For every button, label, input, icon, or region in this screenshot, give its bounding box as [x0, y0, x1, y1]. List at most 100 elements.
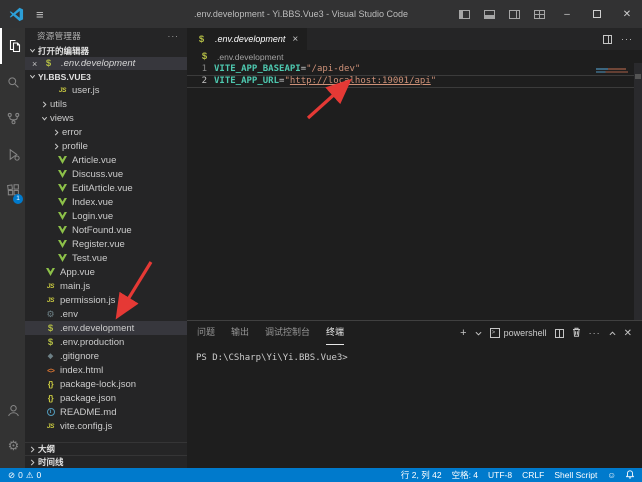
minimize-button[interactable]: – [552, 0, 582, 28]
code-editor[interactable]: 1VITE_APP_BASEAPI="/api-dev"2VITE_APP_UR… [187, 63, 642, 320]
close-panel-icon[interactable]: ✕ [624, 328, 632, 339]
tree-item-.env.development[interactable]: $.env.development [25, 321, 187, 335]
vue-file-icon [57, 240, 68, 248]
file-label: Article.vue [72, 155, 116, 166]
tree-item-vite.config.js[interactable]: JSvite.config.js [25, 419, 187, 433]
split-terminal-icon[interactable] [555, 329, 564, 338]
warnings-icon: ⚠ [26, 470, 34, 481]
activity-source-control-icon[interactable] [0, 100, 25, 136]
activity-account-icon[interactable] [0, 392, 25, 428]
panel-tab-终端[interactable]: 终端 [326, 321, 344, 345]
tree-item-views[interactable]: views [25, 111, 187, 125]
tree-item-.gitignore[interactable]: ◆.gitignore [25, 349, 187, 363]
open-editors-section[interactable]: 打开的编辑器 [25, 44, 187, 57]
status-item[interactable]: CRLF [522, 470, 544, 480]
toggle-secondary-sidebar-icon[interactable] [509, 10, 520, 19]
tree-item-readme.md[interactable]: iREADME.md [25, 405, 187, 419]
braces-file-icon: {} [45, 394, 56, 403]
close-button[interactable]: ✕ [612, 0, 642, 28]
activity-run-debug-icon[interactable] [0, 136, 25, 172]
chevron-right-icon [28, 459, 36, 466]
file-label: main.js [60, 281, 90, 292]
folder-label: error [62, 127, 82, 138]
kill-terminal-icon[interactable] [572, 324, 581, 342]
status-item[interactable]: Shell Script [554, 470, 597, 480]
activity-explorer-icon[interactable] [0, 28, 25, 64]
activity-extensions-icon[interactable]: 1 [0, 172, 25, 208]
tree-item-user.js[interactable]: JSuser.js [25, 83, 187, 97]
editor-more-actions-icon[interactable]: ··· [621, 34, 633, 44]
tree-item-login.vue[interactable]: Login.vue [25, 209, 187, 223]
tree-item-test.vue[interactable]: Test.vue [25, 251, 187, 265]
panel-tab-问题[interactable]: 问题 [197, 321, 215, 345]
tree-item-editarticle.vue[interactable]: EditArticle.vue [25, 181, 187, 195]
panel-tab-输出[interactable]: 输出 [231, 321, 249, 345]
tree-item-profile[interactable]: profile [25, 139, 187, 153]
feedback-smiley-icon[interactable]: ☺ [607, 470, 616, 480]
tree-item-app.vue[interactable]: App.vue [25, 265, 187, 279]
split-editor-icon[interactable] [603, 35, 612, 44]
tree-item-package.json[interactable]: {}package.json [25, 391, 187, 405]
terminal-profile-chevron-icon[interactable] [475, 324, 482, 342]
customize-layout-icon[interactable] [534, 10, 545, 19]
tree-item-register.vue[interactable]: Register.vue [25, 237, 187, 251]
explorer-more-actions-icon[interactable]: ··· [168, 31, 180, 41]
maximize-panel-icon[interactable] [609, 324, 616, 342]
explorer-sidebar: 资源管理器 ··· 打开的编辑器 ×$.env.development YI.B… [25, 28, 187, 468]
project-section[interactable]: YI.BBS.VUE3 [25, 70, 187, 83]
tab-env-development[interactable]: $ .env.development × [187, 28, 307, 50]
activity-search-icon[interactable] [0, 64, 25, 100]
close-icon[interactable]: × [32, 59, 40, 69]
bell-icon[interactable] [626, 470, 634, 481]
tree-item-utils[interactable]: utils [25, 97, 187, 111]
breadcrumb[interactable]: $ .env.development [187, 50, 642, 63]
tree-item-.env.production[interactable]: $.env.production [25, 335, 187, 349]
panel-tab-调试控制台[interactable]: 调试控制台 [265, 321, 310, 345]
open-editor-item[interactable]: ×$.env.development [25, 57, 187, 70]
toggle-panel-icon[interactable] [484, 10, 495, 19]
tab-label: .env.development [215, 34, 285, 44]
status-item[interactable]: 空格: 4 [452, 469, 478, 481]
tab-close-icon[interactable]: × [292, 34, 298, 45]
panel-more-actions-icon[interactable]: ··· [589, 328, 601, 338]
minimap[interactable] [596, 68, 628, 73]
dollar-file-icon: $ [45, 323, 56, 334]
panel-header: 问题输出调试控制台终端 + > powershell ··· ✕ [187, 321, 642, 345]
tree-item-error[interactable]: error [25, 125, 187, 139]
problems-indicator[interactable]: ⊘ 0 ⚠ 0 [8, 470, 41, 481]
status-bar: ⊘ 0 ⚠ 0 行 2, 列 42 空格: 4 UTF-8 CRLF Shell Scr… [0, 468, 642, 482]
tree-item-index.vue[interactable]: Index.vue [25, 195, 187, 209]
tree-item-discuss.vue[interactable]: Discuss.vue [25, 167, 187, 181]
menu-icon[interactable]: ≡ [36, 7, 44, 22]
section-label: 时间线 [38, 456, 64, 468]
tree-item-.env[interactable]: ⚙.env [25, 307, 187, 321]
toggle-sidebar-icon[interactable] [459, 10, 470, 19]
status-item[interactable]: 行 2, 列 42 [401, 469, 442, 481]
file-label: Index.vue [72, 197, 113, 208]
section-时间线[interactable]: 时间线 [25, 455, 187, 468]
env-file-icon: $ [196, 34, 207, 45]
maximize-button[interactable] [582, 0, 612, 28]
folder-label: profile [62, 141, 88, 152]
activity-settings-icon[interactable]: ⚙ [0, 428, 25, 464]
activity-bar-bottom: ⚙ [0, 392, 25, 464]
status-item[interactable]: UTF-8 [488, 470, 512, 480]
tree-item-notfound.vue[interactable]: NotFound.vue [25, 223, 187, 237]
tree-item-main.js[interactable]: JSmain.js [25, 279, 187, 293]
explorer-title: 资源管理器 [37, 30, 81, 42]
bottom-panel: 问题输出调试控制台终端 + > powershell ··· ✕ [187, 320, 642, 468]
section-大纲[interactable]: 大纲 [25, 442, 187, 455]
tree-item-article.vue[interactable]: Article.vue [25, 153, 187, 167]
chevron-right-icon [52, 129, 60, 136]
new-terminal-icon[interactable]: + [460, 327, 466, 339]
tree-item-package-lock.json[interactable]: {}package-lock.json [25, 377, 187, 391]
editor-scrollbar[interactable] [634, 63, 642, 320]
code-line-1[interactable]: 1VITE_APP_BASEAPI="/api-dev" [187, 64, 642, 75]
tree-item-index.html[interactable]: <>index.html [25, 363, 187, 377]
terminal-picker[interactable]: > powershell [490, 328, 547, 338]
file-label: index.html [60, 365, 103, 376]
tree-item-permission.js[interactable]: JSpermission.js [25, 293, 187, 307]
terminal-output[interactable]: PS D:\CSharp\Yi\Yi.BBS.Vue3> [187, 345, 642, 363]
code-line-2[interactable]: 2VITE_APP_URL="http://localhost:19001/ap… [187, 75, 642, 88]
url-link[interactable]: http://localhost:19001/api [290, 76, 431, 87]
